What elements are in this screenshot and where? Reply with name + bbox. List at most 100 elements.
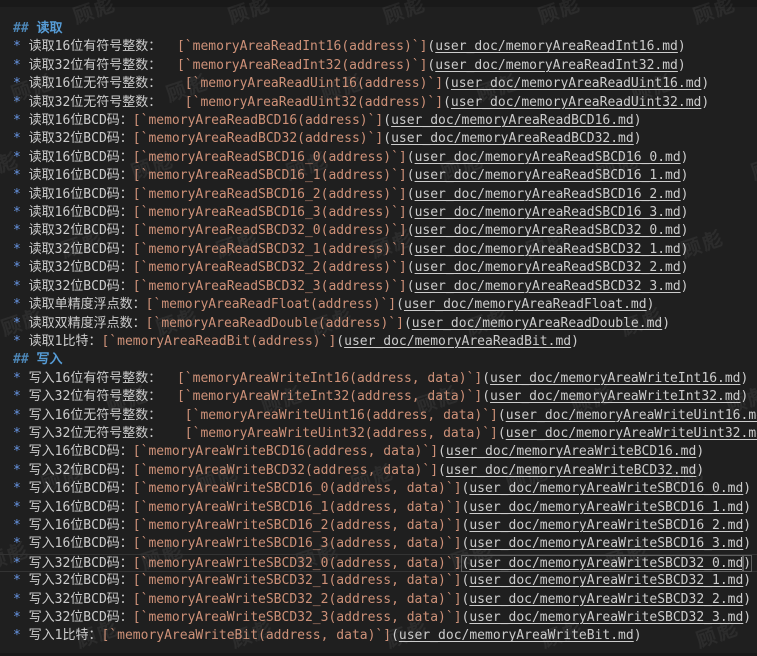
markdown-list-item[interactable]: * 读取32位BCD码：[`memoryAreaReadSBCD32_0(add… bbox=[0, 222, 757, 240]
list-bullet-icon: * bbox=[13, 316, 29, 331]
markdown-list-item[interactable]: * 写入16位无符号整数： [`memoryAreaWriteUint16(ad… bbox=[0, 407, 757, 425]
list-bullet-icon: * bbox=[13, 628, 29, 643]
list-bullet-icon: * bbox=[13, 426, 29, 441]
inline-code: [`memoryAreaReadDouble(address)`] bbox=[146, 316, 404, 331]
inline-code: [`memoryAreaReadUint16(address)`] bbox=[185, 76, 443, 91]
doc-link[interactable]: user_doc/memoryAreaReadDouble.md bbox=[412, 316, 662, 331]
doc-link[interactable]: user_doc/memoryAreaReadSBCD16_1.md bbox=[415, 168, 681, 183]
markdown-list-item[interactable]: * 写入16位BCD码：[`memoryAreaWriteSBCD16_1(ad… bbox=[0, 499, 757, 517]
markdown-list-item[interactable]: * 写入32位无符号整数： [`memoryAreaWriteUint32(ad… bbox=[0, 425, 757, 443]
link-close-paren: ) bbox=[741, 389, 749, 404]
heading-hashes: ## bbox=[13, 352, 36, 367]
markdown-list-item[interactable]: * 写入1比特：[`memoryAreaWriteBit(address, da… bbox=[0, 627, 757, 645]
markdown-list-item[interactable]: * 写入32位BCD码：[`memoryAreaWriteSBCD32_0(ad… bbox=[0, 554, 757, 572]
doc-link[interactable]: user_doc/memoryAreaWriteSBCD16_0.md bbox=[469, 481, 743, 496]
item-label: 读取32位无符号整数： bbox=[29, 95, 185, 110]
markdown-list-item[interactable]: * 写入16位BCD码：[`memoryAreaWriteSBCD16_2(ad… bbox=[0, 517, 757, 535]
markdown-list-item[interactable]: * 读取16位BCD码：[`memoryAreaReadSBCD16_1(add… bbox=[0, 167, 757, 185]
markdown-list-item[interactable]: * 读取16位有符号整数： [`memoryAreaReadInt16(addr… bbox=[0, 38, 757, 56]
doc-link[interactable]: user_doc/memoryAreaReadSBCD16_0.md bbox=[415, 150, 681, 165]
inline-code: [`memoryAreaWriteInt16(address, data)`] bbox=[177, 371, 482, 386]
inline-code: [`memoryAreaWriteSBCD16_1(address, data)… bbox=[133, 500, 462, 515]
doc-link[interactable]: user_doc/memoryAreaReadUint16.md bbox=[451, 76, 701, 91]
doc-link[interactable]: user_doc/memoryAreaReadSBCD32_1.md bbox=[415, 242, 681, 257]
doc-link[interactable]: user_doc/memoryAreaReadBit.md bbox=[344, 334, 571, 349]
doc-link[interactable]: user_doc/memoryAreaReadSBCD16_2.md bbox=[415, 187, 681, 202]
doc-link[interactable]: user_doc/memoryAreaWriteUint16.md bbox=[506, 408, 757, 423]
markdown-list-item[interactable]: * 写入32位BCD码：[`memoryAreaWriteSBCD32_1(ad… bbox=[0, 572, 757, 590]
inline-code: [`memoryAreaReadSBCD16_2(address)`] bbox=[133, 187, 407, 202]
doc-link[interactable]: user_doc/memoryAreaWriteBit.md bbox=[399, 628, 634, 643]
doc-link[interactable]: user_doc/memoryAreaReadSBCD32_0.md bbox=[415, 223, 681, 238]
doc-link[interactable]: user_doc/memoryAreaReadSBCD32_3.md bbox=[415, 279, 681, 294]
link-close-paren: ) bbox=[681, 150, 689, 165]
markdown-list-item[interactable]: * 读取双精度浮点数：[`memoryAreaReadDouble(addres… bbox=[0, 315, 757, 333]
markdown-list-item[interactable]: * 写入16位BCD码：[`memoryAreaWriteSBCD16_3(ad… bbox=[0, 535, 757, 553]
doc-link[interactable]: user_doc/memoryAreaReadInt32.md bbox=[435, 58, 678, 73]
item-label: 读取双精度浮点数： bbox=[29, 316, 146, 331]
markdown-list-item[interactable]: * 写入16位BCD码：[`memoryAreaWriteSBCD16_0(ad… bbox=[0, 480, 757, 498]
doc-link[interactable]: user_doc/memoryAreaReadInt16.md bbox=[435, 39, 678, 54]
markdown-heading-line[interactable]: ## 写入 bbox=[0, 351, 757, 369]
link-close-paren: ) bbox=[681, 260, 689, 275]
markdown-list-item[interactable]: * 读取32位BCD码：[`memoryAreaReadSBCD32_1(add… bbox=[0, 241, 757, 259]
doc-link[interactable]: user_doc/memoryAreaReadUint32.md bbox=[451, 95, 701, 110]
markdown-list-item[interactable]: * 写入32位有符号整数： [`memoryAreaWriteInt32(add… bbox=[0, 388, 757, 406]
markdown-list-item[interactable]: * 读取32位BCD码：[`memoryAreaReadSBCD32_2(add… bbox=[0, 259, 757, 277]
inline-code: [`memoryAreaWriteSBCD32_1(address, data)… bbox=[133, 573, 462, 588]
link-open-paren: ( bbox=[407, 242, 415, 257]
link-open-paren: ( bbox=[438, 444, 446, 459]
doc-link[interactable]: user_doc/memoryAreaReadSBCD32_2.md bbox=[415, 260, 681, 275]
link-close-paren: ) bbox=[681, 242, 689, 257]
markdown-list-item[interactable]: * 读取16位BCD码：[`memoryAreaReadSBCD16_2(add… bbox=[0, 186, 757, 204]
item-label: 写入16位BCD码： bbox=[29, 500, 133, 515]
doc-link[interactable]: user_doc/memoryAreaReadSBCD16_3.md bbox=[415, 205, 681, 220]
doc-link[interactable]: user_doc/memoryAreaWriteSBCD16_1.md bbox=[469, 500, 743, 515]
doc-link[interactable]: user_doc/memoryAreaWriteUint32.md bbox=[506, 426, 757, 441]
doc-link[interactable]: user_doc/memoryAreaWriteInt16.md bbox=[490, 371, 740, 386]
markdown-list-item[interactable]: * 写入32位BCD码：[`memoryAreaWriteSBCD32_2(ad… bbox=[0, 591, 757, 609]
link-close-paren: ) bbox=[662, 316, 670, 331]
doc-link[interactable]: user_doc/memoryAreaWriteBCD16.md bbox=[446, 444, 696, 459]
doc-link[interactable]: user_doc/memoryAreaWriteSBCD32_3.md bbox=[469, 610, 743, 625]
link-open-paren: ( bbox=[498, 408, 506, 423]
item-label: 写入32位BCD码： bbox=[29, 592, 133, 607]
doc-link[interactable]: user_doc/memoryAreaWriteSBCD16_3.md bbox=[469, 536, 743, 551]
doc-link[interactable]: user_doc/memoryAreaWriteInt32.md bbox=[490, 389, 740, 404]
list-bullet-icon: * bbox=[13, 39, 29, 54]
list-bullet-icon: * bbox=[13, 371, 29, 386]
list-bullet-icon: * bbox=[13, 168, 29, 183]
markdown-editor[interactable]: ## 读取* 读取16位有符号整数： [`memoryAreaReadInt16… bbox=[0, 20, 757, 646]
markdown-heading-line[interactable]: ## 读取 bbox=[0, 20, 757, 38]
doc-link[interactable]: user_doc/memoryAreaWriteSBCD32_1.md bbox=[469, 573, 743, 588]
markdown-list-item[interactable]: * 读取单精度浮点数：[`memoryAreaReadFloat(address… bbox=[0, 296, 757, 314]
markdown-list-item[interactable]: * 写入16位有符号整数： [`memoryAreaWriteInt16(add… bbox=[0, 370, 757, 388]
doc-link[interactable]: user_doc/memoryAreaWriteBCD32.md bbox=[446, 463, 696, 478]
markdown-list-item[interactable]: * 写入16位BCD码：[`memoryAreaWriteBCD16(addre… bbox=[0, 443, 757, 461]
doc-link[interactable]: user_doc/memoryAreaWriteSBCD32_2.md bbox=[469, 592, 743, 607]
markdown-list-item[interactable]: * 读取16位BCD码：[`memoryAreaReadSBCD16_0(add… bbox=[0, 149, 757, 167]
doc-link[interactable]: user_doc/memoryAreaWriteSBCD32_0.md bbox=[469, 556, 743, 571]
markdown-list-item[interactable]: * 读取32位有符号整数： [`memoryAreaReadInt32(addr… bbox=[0, 57, 757, 75]
doc-link[interactable]: user_doc/memoryAreaWriteSBCD16_2.md bbox=[469, 518, 743, 533]
link-open-paren: ( bbox=[407, 187, 415, 202]
doc-link[interactable]: user_doc/memoryAreaReadBCD16.md bbox=[391, 113, 634, 128]
doc-link[interactable]: user_doc/memoryAreaReadFloat.md bbox=[404, 297, 647, 312]
link-open-paren: ( bbox=[407, 150, 415, 165]
markdown-list-item[interactable]: * 写入32位BCD码：[`memoryAreaWriteSBCD32_3(ad… bbox=[0, 609, 757, 627]
inline-code: [`memoryAreaReadSBCD32_3(address)`] bbox=[133, 279, 407, 294]
markdown-list-item[interactable]: * 读取16位无符号整数： [`memoryAreaReadUint16(add… bbox=[0, 75, 757, 93]
markdown-list-item[interactable]: * 写入32位BCD码：[`memoryAreaWriteBCD32(addre… bbox=[0, 462, 757, 480]
markdown-list-item[interactable]: * 读取16位BCD码：[`memoryAreaReadSBCD16_3(add… bbox=[0, 204, 757, 222]
markdown-list-item[interactable]: * 读取32位无符号整数： [`memoryAreaReadUint32(add… bbox=[0, 94, 757, 112]
inline-code: [`memoryAreaReadFloat(address)`] bbox=[146, 297, 396, 312]
link-open-paren: ( bbox=[407, 168, 415, 183]
link-close-paren: ) bbox=[634, 131, 642, 146]
markdown-list-item[interactable]: * 读取32位BCD码：[`memoryAreaReadBCD32(addres… bbox=[0, 130, 757, 148]
doc-link[interactable]: user_doc/memoryAreaReadBCD32.md bbox=[391, 131, 634, 146]
list-bullet-icon: * bbox=[13, 205, 29, 220]
markdown-list-item[interactable]: * 读取16位BCD码：[`memoryAreaReadBCD16(addres… bbox=[0, 112, 757, 130]
markdown-list-item[interactable]: * 读取32位BCD码：[`memoryAreaReadSBCD32_3(add… bbox=[0, 278, 757, 296]
list-bullet-icon: * bbox=[13, 536, 29, 551]
markdown-list-item[interactable]: * 读取1比特：[`memoryAreaReadBit(address)`](u… bbox=[0, 333, 757, 351]
